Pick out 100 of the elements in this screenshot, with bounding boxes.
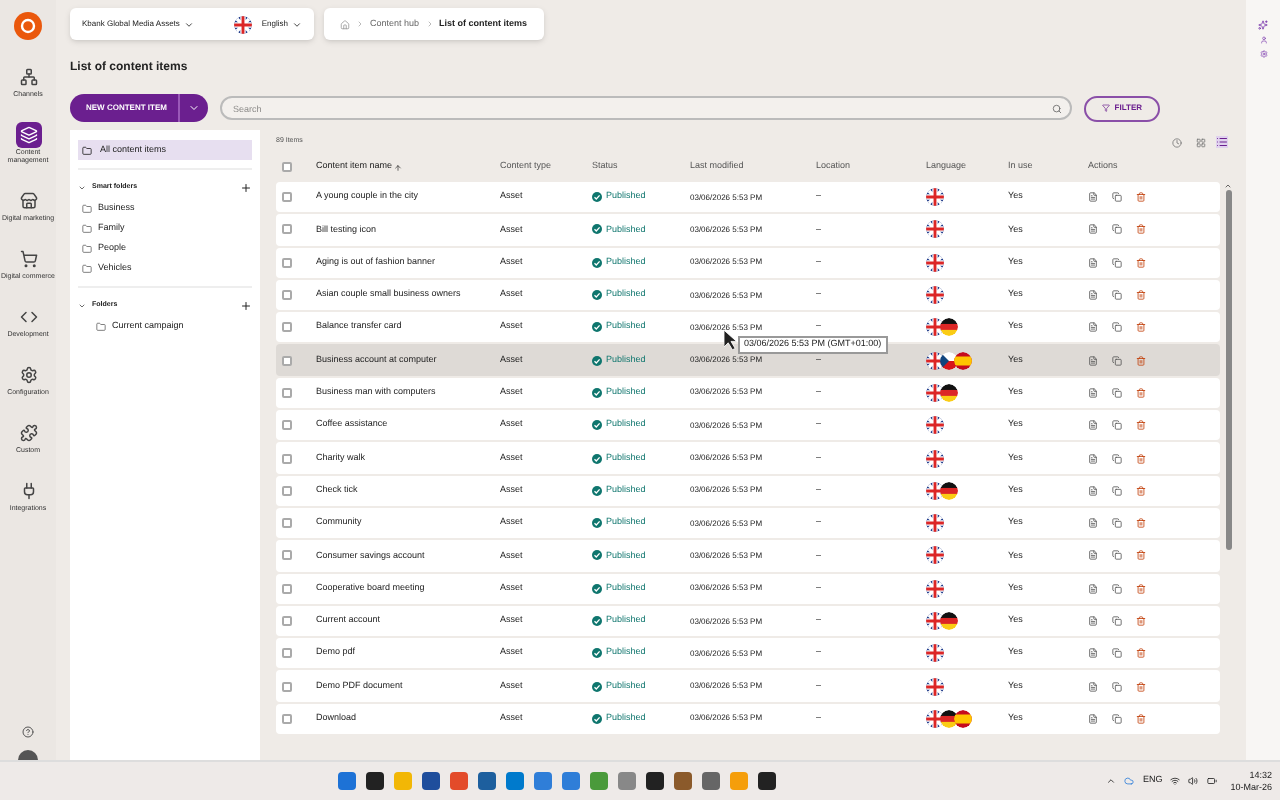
copy-icon[interactable] xyxy=(1112,420,1122,431)
row-checkbox[interactable] xyxy=(282,257,292,268)
row-checkbox[interactable] xyxy=(282,224,292,235)
battery-icon[interactable] xyxy=(1206,776,1219,786)
copy-icon[interactable] xyxy=(1112,387,1122,398)
select-all-checkbox[interactable] xyxy=(282,162,292,172)
add-icon[interactable] xyxy=(240,300,252,312)
document-icon[interactable] xyxy=(1088,322,1098,333)
delete-icon[interactable] xyxy=(1136,453,1146,464)
document-icon[interactable] xyxy=(1088,387,1098,398)
copy-icon[interactable] xyxy=(1112,616,1122,626)
row-checkbox[interactable] xyxy=(282,648,292,659)
delete-icon[interactable] xyxy=(1136,648,1146,659)
published-check-icon xyxy=(592,713,602,724)
delete-icon[interactable] xyxy=(1136,550,1146,561)
add-icon[interactable] xyxy=(240,182,252,194)
volume-icon[interactable] xyxy=(1188,776,1199,786)
sparkle-icon[interactable] xyxy=(1258,20,1268,30)
document-icon[interactable] xyxy=(1088,224,1098,235)
copy-icon[interactable] xyxy=(1112,192,1122,203)
document-icon[interactable] xyxy=(1088,192,1098,203)
delete-icon[interactable] xyxy=(1136,518,1146,529)
delete-icon[interactable] xyxy=(1136,583,1146,594)
published-check-icon xyxy=(592,257,602,268)
gear-icon[interactable] xyxy=(1259,50,1267,58)
delete-icon[interactable] xyxy=(1136,192,1146,203)
copy-icon[interactable] xyxy=(1112,224,1122,235)
row-checkbox[interactable] xyxy=(282,290,292,301)
copy-icon[interactable] xyxy=(1112,485,1122,496)
grid-view-icon[interactable] xyxy=(1196,137,1206,147)
delete-icon[interactable] xyxy=(1136,485,1146,496)
flag-icon xyxy=(940,481,958,500)
sort-ascending-icon[interactable] xyxy=(394,163,403,171)
document-icon[interactable] xyxy=(1088,518,1098,529)
copy-icon[interactable] xyxy=(1112,322,1122,333)
delete-icon[interactable] xyxy=(1136,713,1146,724)
avatar[interactable] xyxy=(18,750,38,760)
delete-icon[interactable] xyxy=(1136,420,1146,431)
row-checkbox[interactable] xyxy=(282,453,292,464)
help-icon[interactable] xyxy=(22,726,34,738)
row-checkbox[interactable] xyxy=(282,485,292,496)
delete-icon[interactable] xyxy=(1136,616,1146,626)
document-icon[interactable] xyxy=(1088,681,1098,692)
copy-icon[interactable] xyxy=(1112,713,1122,724)
clock-icon[interactable] xyxy=(1172,137,1182,147)
row-checkbox[interactable] xyxy=(282,387,292,398)
copy-icon[interactable] xyxy=(1112,550,1122,561)
folder-icon xyxy=(82,243,92,253)
copy-icon[interactable] xyxy=(1112,681,1122,692)
document-icon[interactable] xyxy=(1088,583,1098,594)
logo-icon[interactable] xyxy=(14,12,42,40)
document-icon[interactable] xyxy=(1088,355,1098,366)
delete-icon[interactable] xyxy=(1136,322,1146,333)
document-icon[interactable] xyxy=(1088,290,1098,301)
row-checkbox[interactable] xyxy=(282,616,292,626)
document-icon[interactable] xyxy=(1088,485,1098,496)
mouse-cursor-icon xyxy=(724,330,738,350)
row-checkbox[interactable] xyxy=(282,355,292,366)
copy-icon[interactable] xyxy=(1112,257,1122,268)
delete-icon[interactable] xyxy=(1136,224,1146,235)
document-icon[interactable] xyxy=(1088,453,1098,464)
list-view-icon[interactable] xyxy=(1216,136,1228,148)
tray-expand-icon[interactable] xyxy=(1106,776,1117,786)
folder-icon xyxy=(82,223,92,233)
published-check-icon xyxy=(592,355,602,366)
row-checkbox[interactable] xyxy=(282,713,292,724)
row-checkbox[interactable] xyxy=(282,322,292,333)
row-checkbox[interactable] xyxy=(282,192,292,203)
cloud-icon[interactable] xyxy=(1124,776,1135,786)
copy-icon[interactable] xyxy=(1112,453,1122,464)
document-icon[interactable] xyxy=(1088,550,1098,561)
delete-icon[interactable] xyxy=(1136,387,1146,398)
document-icon[interactable] xyxy=(1088,257,1098,268)
home-icon[interactable] xyxy=(340,19,350,29)
row-checkbox[interactable] xyxy=(282,518,292,529)
row-checkbox[interactable] xyxy=(282,550,292,561)
delete-icon[interactable] xyxy=(1136,681,1146,692)
document-icon[interactable] xyxy=(1088,713,1098,724)
copy-icon[interactable] xyxy=(1112,355,1122,366)
copy-icon[interactable] xyxy=(1112,518,1122,529)
delete-icon[interactable] xyxy=(1136,290,1146,301)
flag-icon xyxy=(926,351,944,370)
document-icon[interactable] xyxy=(1088,616,1098,626)
delete-icon[interactable] xyxy=(1136,355,1146,366)
row-checkbox[interactable] xyxy=(282,681,292,692)
document-icon[interactable] xyxy=(1088,648,1098,659)
search-icon xyxy=(1052,103,1063,113)
copy-icon[interactable] xyxy=(1112,290,1122,301)
copy-icon[interactable] xyxy=(1112,583,1122,594)
flag-icon xyxy=(926,383,944,402)
published-check-icon xyxy=(592,322,602,333)
wifi-icon[interactable] xyxy=(1170,776,1181,786)
delete-icon[interactable] xyxy=(1136,257,1146,268)
chevron-down-icon xyxy=(188,102,201,114)
document-icon[interactable] xyxy=(1088,420,1098,431)
row-checkbox[interactable] xyxy=(282,583,292,594)
published-check-icon xyxy=(592,453,602,464)
row-checkbox[interactable] xyxy=(282,420,292,431)
copy-icon[interactable] xyxy=(1112,648,1122,659)
user-icon[interactable] xyxy=(1259,36,1267,44)
